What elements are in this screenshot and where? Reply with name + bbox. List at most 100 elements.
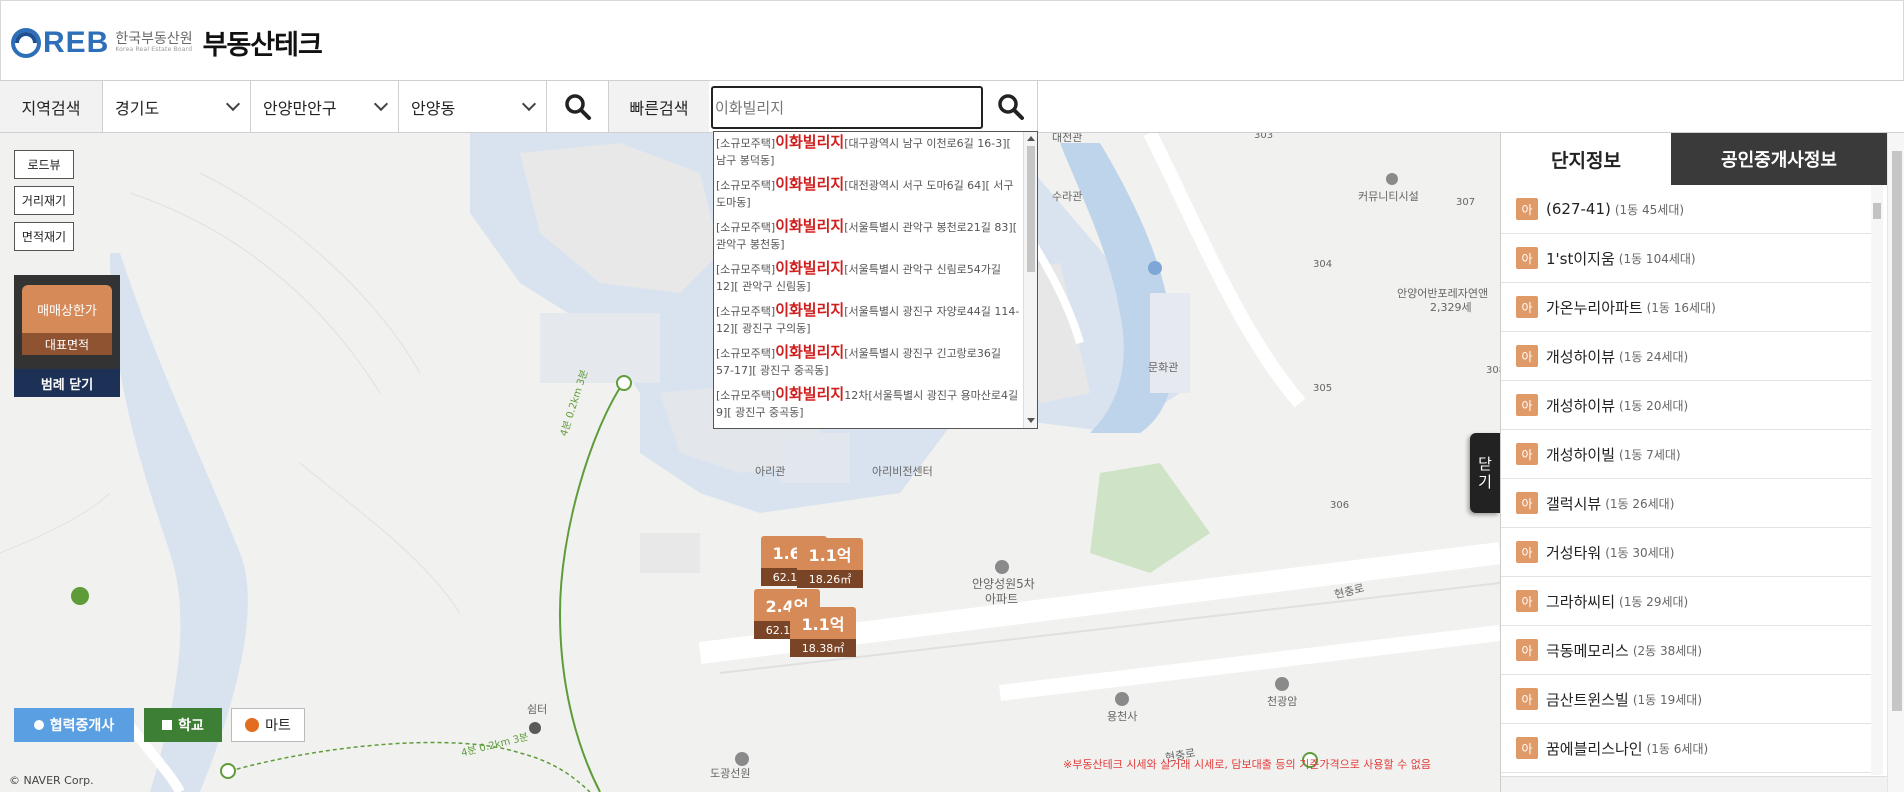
autocomplete-scroll-thumb[interactable]	[1027, 146, 1035, 272]
panel-close-button[interactable]: 닫 기	[1470, 433, 1500, 513]
ac-keyword: 이화빌리지	[775, 217, 845, 235]
complex-meta: (1동 26세대)	[1605, 496, 1675, 511]
complex-name: 갤럭시뷰	[1546, 494, 1602, 513]
roadview-button[interactable]: 로드뷰	[14, 150, 74, 179]
mart-filter-label: 마트	[265, 718, 291, 734]
complex-name: 금산트윈스빌	[1546, 690, 1629, 709]
logo-org: 한국부동산원 Korea Real Estate Board	[115, 31, 192, 54]
dong-select[interactable]: 안양동	[399, 81, 547, 132]
complex-list-item[interactable]: 아 그라하씨티 (1동 29세대)	[1501, 577, 1871, 626]
region-search-button[interactable]	[547, 81, 609, 132]
distance-measure-button[interactable]: 거리재기	[14, 186, 74, 215]
complex-list-item[interactable]: 아 (627-41) (1동 45세대)	[1501, 185, 1871, 234]
quick-search-button[interactable]	[985, 81, 1038, 132]
complex-meta: (1동 19세대)	[1632, 692, 1703, 707]
chevron-down-icon	[225, 96, 241, 112]
complex-list-item[interactable]: 아 금산트윈스빌 (1동 19세대)	[1501, 675, 1871, 724]
complex-list-item[interactable]: 아 꿈에블리스나인 (1동 6세대)	[1501, 724, 1871, 773]
apartment-badge-icon: 아	[1516, 394, 1538, 416]
complex-name: (627-41)	[1546, 200, 1611, 218]
complex-list-item[interactable]: 아 개성하이뷰 (1동 20세대)	[1501, 381, 1871, 430]
price-marker[interactable]: 1.1억 18.38㎡	[790, 607, 856, 657]
complex-list-scroll-thumb[interactable]	[1873, 203, 1881, 219]
horizontal-scrollbar[interactable]	[1501, 776, 1887, 792]
tab-complex-info[interactable]: 단지정보	[1501, 133, 1671, 185]
province-select[interactable]: 경기도	[103, 81, 251, 132]
mart-filter-button[interactable]: 마트	[231, 708, 305, 742]
complex-name: 개성하이뷰	[1546, 396, 1616, 415]
autocomplete-item[interactable]: [소규모주택]이화빌리지12차[서울특별시 광진구 용마산로4길 9][ 광진구…	[716, 386, 1021, 421]
complex-list-item[interactable]: 아 가온누리아파트 (1동 16세대)	[1501, 283, 1871, 332]
marker-price: 1.1억	[790, 607, 856, 639]
scroll-up-icon[interactable]	[1027, 136, 1035, 141]
complex-list-item[interactable]: 아 거성타워 (1동 30세대)	[1501, 528, 1871, 577]
map-label-doguangseon: 도광선원	[710, 767, 751, 780]
legend-area: 대표면적	[22, 333, 112, 355]
service-name: 부동산테크	[202, 30, 323, 61]
site-logo[interactable]: REB 한국부동산원 Korea Real Estate Board 부동산테크	[11, 23, 323, 62]
autocomplete-scrollbar[interactable]	[1023, 132, 1037, 428]
area-measure-button[interactable]: 면적재기	[14, 222, 74, 251]
quick-search-input[interactable]	[711, 86, 983, 129]
school-icon	[162, 720, 173, 730]
complex-list-item[interactable]: 아 갤럭시뷰 (1동 26세대)	[1501, 479, 1871, 528]
autocomplete-item[interactable]: [소규모주택]이화빌리지[대구광역시 남구 이천로6길 16-3][ 남구 봉덕…	[716, 134, 1021, 169]
chevron-down-icon	[373, 96, 389, 112]
site-header: REB 한국부동산원 Korea Real Estate Board 부동산테크	[0, 0, 1904, 80]
autocomplete-item[interactable]: [소규모주택]이화빌리지[서울특별시 광진구 자양로44길 114-12][ 광…	[716, 302, 1021, 337]
marker-area: 18.38㎡	[790, 639, 856, 657]
apartment-badge-icon: 아	[1516, 443, 1538, 465]
tab-broker-info[interactable]: 공인중개사정보	[1671, 133, 1887, 185]
map-label-community: 커뮤니티시설	[1358, 190, 1419, 203]
chevron-down-icon	[521, 96, 537, 112]
search-icon	[564, 93, 591, 120]
autocomplete-item[interactable]: [소규모주택]이화빌리지[서울특별시 관악구 봉천로21길 83][ 관악구 봉…	[716, 218, 1021, 253]
school-filter-button[interactable]: 학교	[144, 708, 222, 742]
autocomplete-item[interactable]: [소규모주택]이화빌리지[서울특별시 광진구 긴고랑로36길 57-17][ 광…	[716, 344, 1021, 379]
map-legend: 매매상한가 대표면적 범례 닫기	[14, 275, 120, 397]
autocomplete-item[interactable]: [소규모주택]이화빌리지[대전광역시 서구 도마6길 64][ 서구 도마동]	[716, 176, 1021, 211]
map-label-supra-hall: 수라관	[1052, 190, 1083, 203]
ac-type: [소규모주택]	[716, 389, 776, 402]
district-select[interactable]: 안양만안구	[251, 81, 399, 132]
map-label-daejeon-hall: 대전관	[1052, 133, 1083, 144]
map-label-yongcheonsa: 용천사	[1107, 710, 1138, 723]
apartment-badge-icon: 아	[1516, 737, 1538, 759]
complex-list-scrollbar[interactable]	[1871, 185, 1883, 775]
search-icon	[998, 93, 1024, 120]
map-label-library: 아리관	[755, 465, 786, 478]
apartment-badge-icon: 아	[1516, 247, 1538, 269]
autocomplete-dropdown[interactable]: [소규모주택]이화빌리지[대구광역시 남구 이천로6길 16-3][ 남구 봉덕…	[713, 131, 1038, 429]
ac-type: [소규모주택]	[716, 179, 776, 192]
ac-keyword: 이화빌리지	[775, 343, 845, 361]
apartment-badge-icon: 아	[1516, 590, 1538, 612]
autocomplete-item[interactable]: [소규모주택]이화빌리지[서울특별시 관악구 신림로54가길 12][ 관악구 …	[716, 260, 1021, 295]
map-building-307: 307	[1456, 197, 1476, 208]
complex-list-item[interactable]: 아 개성하이뷰 (1동 24세대)	[1501, 332, 1871, 381]
legend-close-button[interactable]: 범례 닫기	[14, 369, 120, 397]
ac-type: [소규모주택]	[716, 347, 776, 360]
marker-area: 18.26㎡	[797, 570, 863, 588]
panel-scrollbar[interactable]	[1887, 133, 1904, 792]
complex-meta: (1동 6세대)	[1646, 741, 1709, 756]
map-building-305: 305	[1313, 383, 1333, 394]
complex-list: 아 (627-41) (1동 45세대) 아 1'st이지움 (1동 104세대) 아가…	[1501, 185, 1871, 775]
ac-type: [소규모주택]	[716, 305, 776, 318]
map-building-306: 306	[1330, 500, 1350, 511]
panel-scroll-thumb[interactable]	[1892, 151, 1902, 711]
apartment-badge-icon: 아	[1516, 492, 1538, 514]
complex-list-item[interactable]: 아 1'st이지움 (1동 104세대)	[1501, 234, 1871, 283]
scroll-down-icon[interactable]	[1027, 418, 1035, 423]
complex-name: 가온누리아파트	[1546, 298, 1643, 317]
dong-value: 안양동	[411, 98, 456, 118]
complex-list-item[interactable]: 아 극동메모리스 (2동 38세대)	[1501, 626, 1871, 675]
complex-list-item[interactable]: 아 개성하이빌 (1동 7세대)	[1501, 430, 1871, 479]
price-marker[interactable]: 1.1억 18.26㎡	[797, 538, 863, 588]
ac-type: [소규모주택]	[716, 263, 776, 276]
map-label-culture-hall: 문화관	[1148, 361, 1179, 374]
ac-keyword: 이화빌리지	[775, 301, 845, 319]
broker-filter-button[interactable]: 협력중개사	[14, 708, 134, 742]
complex-name: 거성타워	[1546, 543, 1602, 562]
complex-meta: (1동 29세대)	[1619, 594, 1689, 609]
complex-name: 개성하이뷰	[1546, 347, 1616, 366]
